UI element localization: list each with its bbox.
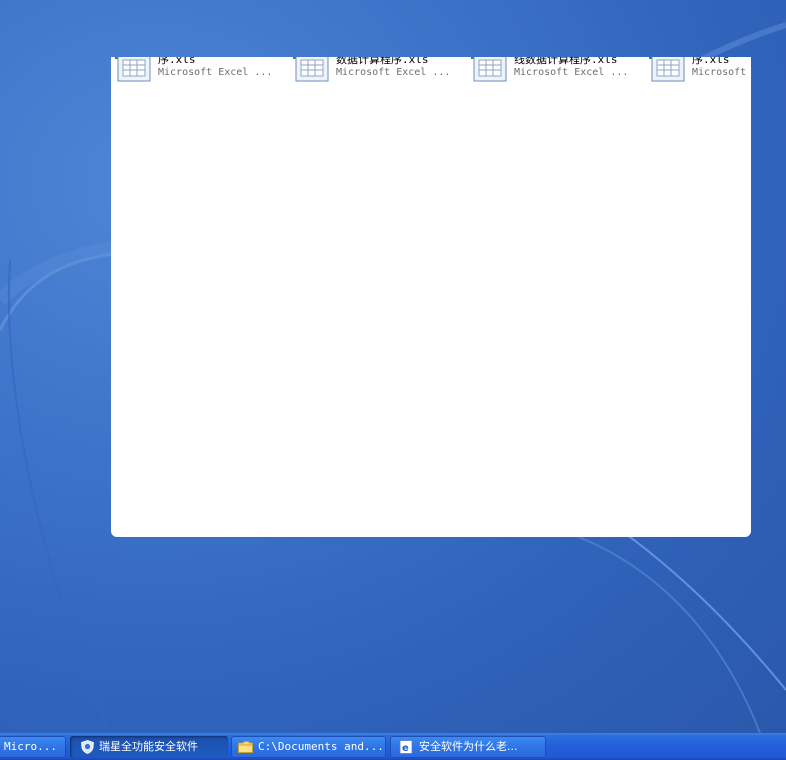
file-browser-window[interactable]: 序.xls Microsoft Excel ... 数据计算程序.xls Mic… (111, 57, 751, 537)
file-type: Microsoft Excel ... (514, 67, 629, 78)
file-item[interactable]: 序.xls Microsoft (647, 57, 751, 89)
taskbar-button-label: 瑞星全功能安全软件 (99, 740, 198, 753)
excel-file-icon (293, 57, 329, 82)
svg-text:e: e (402, 743, 409, 754)
taskbar: Micro... 瑞星全功能安全软件 C:\Documents and... e… (0, 733, 786, 760)
taskbar-button-documents-folder[interactable]: C:\Documents and... (231, 736, 386, 758)
excel-file-icon (649, 57, 685, 82)
folder-icon (238, 741, 253, 753)
taskbar-button-rising-antivirus[interactable]: 瑞星全功能安全软件 (70, 736, 228, 758)
file-type: Microsoft Excel ... (336, 67, 451, 78)
taskbar-button-label: C:\Documents and... (258, 740, 384, 753)
file-name: 线数据计算程序.xls (514, 57, 618, 66)
file-item[interactable]: 序.xls Microsoft Excel ... (113, 57, 289, 89)
taskbar-button-excel[interactable]: Micro... (0, 736, 66, 758)
file-item[interactable]: 数据计算程序.xls Microsoft Excel ... (291, 57, 467, 89)
file-name: 序.xls (158, 57, 196, 66)
ie-icon: e (399, 740, 413, 754)
shield-icon (81, 740, 94, 754)
excel-file-icon (471, 57, 507, 82)
file-name: 序.xls (692, 57, 730, 66)
file-type: Microsoft Excel ... (158, 67, 273, 78)
excel-file-icon (115, 57, 151, 82)
file-item[interactable]: 线数据计算程序.xls Microsoft Excel ... (469, 57, 645, 89)
file-type: Microsoft (692, 67, 747, 78)
file-name: 数据计算程序.xls (336, 57, 429, 66)
taskbar-button-label: 安全软件为什么老... (419, 740, 518, 753)
taskbar-button-label: Micro... (4, 740, 57, 753)
taskbar-button-internet-explorer[interactable]: e 安全软件为什么老... (390, 736, 546, 758)
desktop-background: 序.xls Microsoft Excel ... 数据计算程序.xls Mic… (0, 0, 786, 733)
